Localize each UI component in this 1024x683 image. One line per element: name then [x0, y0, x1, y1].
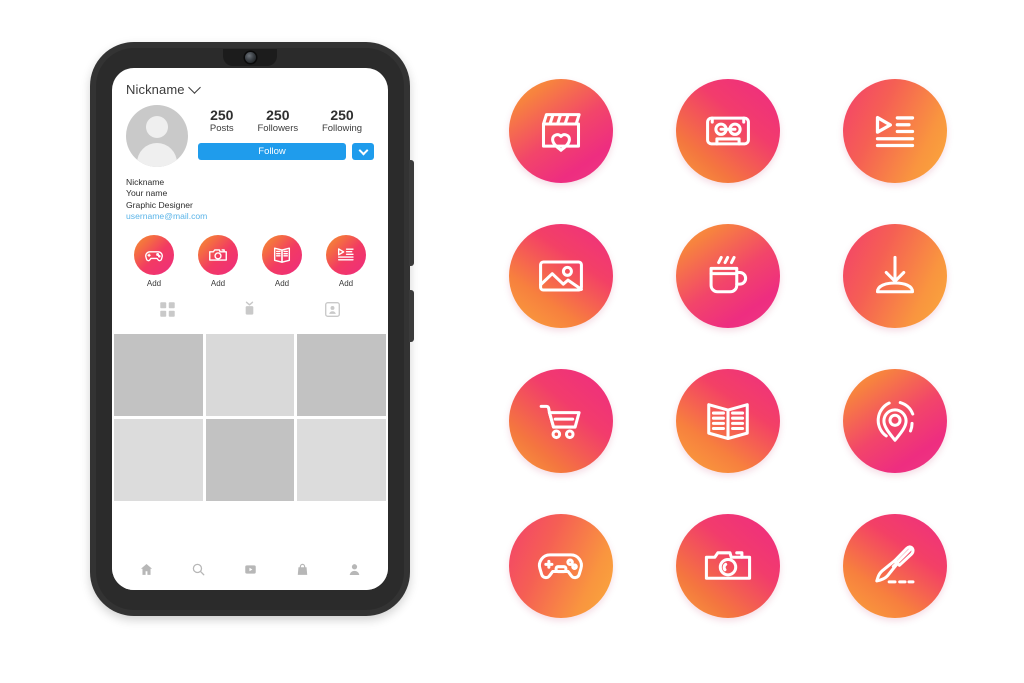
highlight-gamepad[interactable]: Add	[134, 235, 174, 288]
phone-screen: Nickname 250 Posts 250 Followers 250 Fol…	[112, 68, 388, 590]
stat-posts-label: Posts	[209, 123, 234, 135]
photo-grid	[112, 334, 388, 554]
stat-posts[interactable]: 250 Posts	[210, 107, 234, 134]
actions-row: Follow	[198, 143, 374, 161]
profile-summary: 250 Posts 250 Followers 250 Following Fo…	[112, 97, 388, 167]
chevron-down-icon	[358, 145, 368, 156]
gallery-tabs	[112, 288, 388, 334]
phone-notch	[223, 49, 277, 66]
screenshot-root: { "phone": { "header": { "nickname": "Ni…	[0, 0, 1024, 683]
icon-set-grid	[478, 58, 978, 638]
story-highlights-row: Add Add Add Add	[112, 222, 388, 288]
open-book-icon	[262, 235, 302, 276]
tab-grid[interactable]	[159, 301, 176, 323]
side-button-volume[interactable]	[409, 160, 414, 266]
paintbrush-icon[interactable]	[842, 513, 947, 618]
phone-device: Nickname 250 Posts 250 Followers 250 Fol…	[90, 42, 414, 616]
follow-dropdown-button[interactable]	[352, 143, 374, 161]
side-button-power[interactable]	[409, 290, 414, 342]
chevron-down-icon[interactable]	[187, 81, 201, 94]
highlight-label: Add	[274, 279, 290, 289]
highlight-label: Add	[210, 279, 226, 289]
grid-tile[interactable]	[297, 419, 386, 502]
stat-followers-value: 250	[266, 107, 290, 123]
coffee-cup-icon[interactable]	[675, 223, 780, 328]
playlist-icon[interactable]	[842, 78, 947, 183]
avatar[interactable]	[126, 105, 188, 167]
gamepad-icon	[134, 235, 174, 276]
nav-reels-icon[interactable]	[243, 562, 258, 582]
gamepad-icon[interactable]	[509, 513, 614, 618]
stat-following[interactable]: 250 Following	[322, 107, 362, 134]
tab-tagged[interactable]	[324, 301, 341, 323]
download-icon[interactable]	[842, 223, 947, 328]
bottom-nav	[112, 554, 388, 590]
avatar-head-shape	[146, 116, 168, 138]
highlight-playlist[interactable]: Add	[326, 235, 366, 288]
clapperboard-heart-icon[interactable]	[509, 78, 614, 183]
playlist-icon	[326, 235, 366, 276]
highlight-camera[interactable]: Add	[198, 235, 238, 288]
bio-name: Your name	[126, 188, 168, 199]
follow-button[interactable]: Follow	[198, 143, 346, 161]
grid-tile[interactable]	[205, 334, 295, 417]
cassette-tape-icon[interactable]	[675, 78, 780, 183]
bio-email-link[interactable]: username@mail.com	[126, 211, 374, 222]
nav-search-icon[interactable]	[191, 562, 206, 582]
avatar-body-shape	[137, 143, 177, 167]
front-camera-lens-icon	[244, 52, 256, 63]
camera-icon[interactable]	[675, 513, 780, 618]
bio-nickname: Nickname	[126, 177, 165, 187]
tab-reels[interactable]	[241, 300, 258, 324]
nav-profile-icon[interactable]	[347, 562, 362, 582]
nav-shop-icon[interactable]	[295, 562, 310, 582]
highlight-label: Add	[338, 279, 354, 289]
stat-following-value: 250	[330, 107, 354, 123]
camera-icon	[198, 235, 238, 276]
grid-tile[interactable]	[297, 334, 386, 417]
highlight-book[interactable]: Add	[262, 235, 302, 288]
open-book-icon[interactable]	[675, 368, 780, 473]
stat-following-label: Following	[321, 123, 363, 135]
photo-image-icon[interactable]	[509, 223, 614, 328]
highlight-label: Add	[146, 279, 162, 289]
shopping-cart-icon[interactable]	[509, 368, 614, 473]
page-title: Nickname	[126, 82, 185, 97]
stat-posts-value: 250	[210, 107, 234, 123]
grid-tile[interactable]	[114, 419, 203, 502]
grid-tile[interactable]	[114, 334, 203, 417]
stat-followers[interactable]: 250 Followers	[257, 107, 298, 134]
stats-and-actions: 250 Posts 250 Followers 250 Following Fo…	[198, 105, 374, 167]
stats-row: 250 Posts 250 Followers 250 Following	[198, 107, 374, 134]
nav-home-icon[interactable]	[139, 562, 154, 582]
profile-header: Nickname	[112, 68, 388, 97]
bio-role: Graphic Designer	[126, 199, 193, 210]
stat-followers-label: Followers	[257, 123, 299, 135]
grid-tile[interactable]	[205, 419, 295, 502]
location-pin-icon[interactable]	[842, 368, 947, 473]
profile-bio: Nickname Your name Graphic Designer user…	[112, 167, 388, 222]
